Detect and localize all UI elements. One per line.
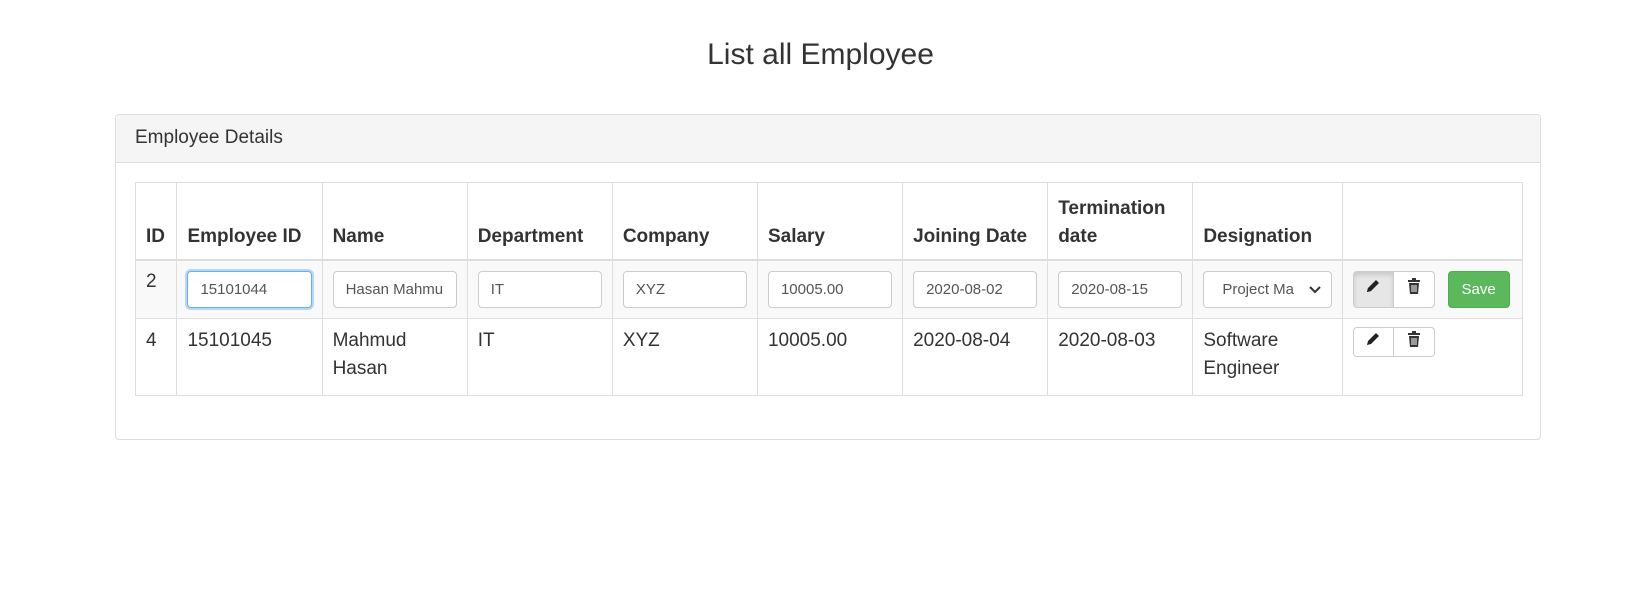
cell-name (321, 259, 468, 319)
cell-salary (756, 259, 904, 319)
header-salary: Salary (756, 182, 904, 261)
header-name: Name (321, 182, 468, 261)
edit-button[interactable] (1352, 327, 1394, 357)
cell-company (611, 259, 758, 319)
department-input[interactable] (477, 270, 602, 308)
cell-id: 4 (134, 318, 178, 396)
cell-name: Mahmud Hasan (321, 318, 468, 396)
designation-select[interactable]: Project Ma (1203, 270, 1332, 308)
cell-actions: Save (1341, 259, 1524, 319)
table-header-row: ID Employee ID Name Department Company S… (134, 182, 1524, 261)
cell-termination-date (1047, 259, 1194, 319)
designation-select-value: Project Ma (1222, 280, 1295, 298)
cell-joining-date (902, 259, 1049, 319)
header-designation: Designation (1192, 182, 1343, 261)
cell-actions (1341, 318, 1524, 396)
edit-button[interactable] (1352, 270, 1394, 308)
cell-salary: 10005.00 (756, 318, 904, 396)
cell-joining-date: 2020-08-04 (902, 318, 1049, 396)
company-input[interactable] (622, 270, 747, 308)
employee-table: ID Employee ID Name Department Company S… (134, 182, 1524, 396)
delete-button[interactable] (1393, 327, 1435, 357)
save-button[interactable]: Save (1447, 270, 1510, 308)
cell-company: XYZ (611, 318, 758, 396)
employee-details-panel: Employee Details ID Employee ID Name Dep… (115, 114, 1541, 440)
header-department: Department (466, 182, 613, 261)
header-joining-date: Joining Date (902, 182, 1049, 261)
termination-date-input[interactable] (1058, 270, 1183, 308)
table-row-editing: 2 15101044 Hasan Mahmu IT XYZ 10005.00 2… (134, 259, 1524, 319)
cell-department: IT (466, 318, 613, 396)
cell-employee-id (176, 259, 323, 319)
header-actions (1341, 182, 1524, 261)
header-termination-date: Termination date (1047, 182, 1194, 261)
cell-designation: Software Engineer (1192, 318, 1343, 396)
row-action-group (1352, 327, 1435, 357)
cell-termination-date: 2020-08-03 (1047, 318, 1194, 396)
delete-button[interactable] (1393, 270, 1435, 308)
row-action-group (1352, 270, 1435, 308)
header-employee-id: Employee ID (176, 182, 323, 261)
cell-id: 2 (134, 259, 178, 319)
header-company: Company (611, 182, 758, 261)
chevron-down-icon (1308, 281, 1321, 298)
cell-department (466, 259, 613, 319)
employee-id-input[interactable] (187, 270, 312, 308)
name-input[interactable] (332, 270, 457, 308)
pencil-icon (1365, 278, 1381, 300)
cell-designation: Project Ma (1192, 259, 1343, 319)
page-title: List all Employee (707, 38, 934, 71)
trash-icon (1407, 328, 1421, 356)
pencil-icon (1365, 328, 1381, 356)
cell-employee-id: 15101045 (176, 318, 323, 396)
salary-input[interactable] (767, 270, 893, 308)
joining-date-input[interactable] (913, 270, 1038, 308)
trash-icon (1407, 278, 1421, 300)
panel-heading: Employee Details (116, 115, 1540, 163)
header-id: ID (134, 182, 178, 261)
table-row: 4 15101045 Mahmud Hasan IT XYZ 10005.00 … (134, 318, 1524, 396)
